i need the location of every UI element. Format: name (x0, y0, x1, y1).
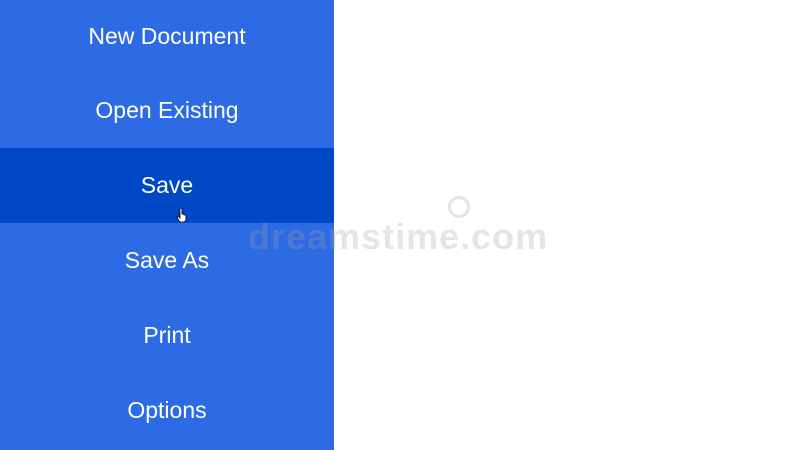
menu-item-options[interactable]: Options (0, 373, 334, 448)
menu-item-label: Save (140, 172, 194, 198)
menu-item-label: Save As (124, 247, 210, 273)
menu-item-label: Print (143, 322, 191, 348)
hand-pointer-icon (177, 208, 187, 222)
menu-item-save-as[interactable]: Save As (0, 223, 334, 298)
menu-item-label: Open Existing (95, 97, 239, 123)
menu-item-open-existing[interactable]: Open Existing (0, 73, 334, 148)
menu-item-label: Options (127, 397, 207, 423)
menu-item-new-document[interactable]: New Document (0, 0, 334, 73)
menu-item-save[interactable]: Save (0, 148, 334, 223)
menu-item-print[interactable]: Print (0, 298, 334, 373)
file-menu-panel: New Document Open Existing Save Save As … (0, 0, 334, 450)
content-area (334, 0, 800, 450)
menu-item-label: New Document (88, 23, 246, 49)
screen: New Document Open Existing Save Save As … (0, 0, 800, 450)
